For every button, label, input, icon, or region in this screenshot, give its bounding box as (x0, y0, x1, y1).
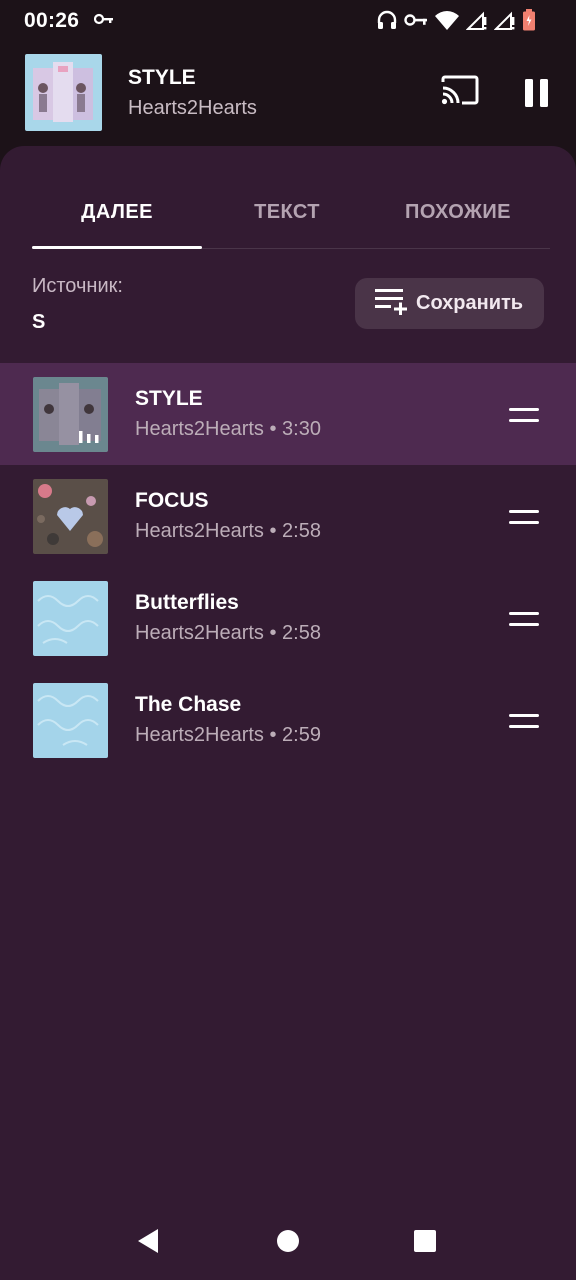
track-title: FOCUS (135, 489, 209, 512)
track-title: Butterflies (135, 591, 239, 614)
queue-sheet: ДАЛЕЕ ТЕКСТ ПОХОЖИЕ Источник: S Сохранит… (0, 146, 576, 1280)
drag-handle-icon[interactable] (509, 711, 541, 731)
tab-next[interactable]: ДАЛЕЕ (32, 176, 202, 248)
signal-icon-2 (493, 9, 516, 36)
status-time: 00:26 (24, 9, 80, 32)
queue-item[interactable]: FOCUS Hearts2Hearts • 2:58 (0, 465, 576, 567)
cast-icon[interactable] (440, 74, 480, 111)
drag-handle-icon[interactable] (509, 507, 541, 527)
track-art (33, 683, 108, 758)
tab-bar: ДАЛЕЕ ТЕКСТ ПОХОЖИЕ (0, 176, 576, 249)
headphones-icon (376, 9, 398, 36)
source-label: Источник: (32, 275, 123, 297)
battery-icon (522, 9, 536, 36)
signal-icon (465, 9, 488, 36)
save-playlist-button[interactable]: Сохранить (355, 278, 544, 329)
track-title: STYLE (135, 387, 203, 410)
mini-player-title: STYLE (128, 66, 196, 89)
vpn-key-icon (93, 12, 114, 31)
key-icon (404, 13, 428, 32)
track-title: The Chase (135, 693, 242, 716)
status-bar: 00:26 (0, 0, 576, 44)
track-art (33, 581, 108, 656)
mini-player[interactable]: STYLE Hearts2Hearts (0, 44, 576, 148)
track-subtitle: Hearts2Hearts • 2:58 (135, 520, 321, 542)
save-button-label: Сохранить (416, 292, 524, 314)
pause-button[interactable] (524, 78, 550, 113)
track-subtitle: Hearts2Hearts • 2:58 (135, 622, 321, 644)
playlist-add-icon (375, 287, 407, 320)
wifi-icon (434, 9, 460, 36)
source-value: S (32, 311, 46, 333)
queue-item[interactable]: STYLE Hearts2Hearts • 3:30 (0, 363, 576, 465)
tab-lyrics[interactable]: ТЕКСТ (202, 176, 372, 248)
back-icon[interactable] (136, 1228, 160, 1259)
track-art (33, 377, 108, 452)
track-art (33, 479, 108, 554)
tab-related[interactable]: ПОХОЖИЕ (372, 176, 544, 248)
drag-handle-icon[interactable] (509, 405, 541, 425)
drag-handle-icon[interactable] (509, 609, 541, 629)
mini-player-artist: Hearts2Hearts (128, 97, 257, 119)
track-subtitle: Hearts2Hearts • 3:30 (135, 418, 321, 440)
recents-icon[interactable] (413, 1229, 437, 1258)
queue-item[interactable]: The Chase Hearts2Hearts • 2:59 (0, 669, 576, 771)
home-icon[interactable] (276, 1229, 300, 1258)
status-icons (376, 9, 536, 36)
album-art (25, 54, 102, 131)
queue-item[interactable]: Butterflies Hearts2Hearts • 2:58 (0, 567, 576, 669)
system-nav-bar (0, 1200, 576, 1280)
track-subtitle: Hearts2Hearts • 2:59 (135, 724, 321, 746)
tab-indicator (32, 246, 202, 249)
